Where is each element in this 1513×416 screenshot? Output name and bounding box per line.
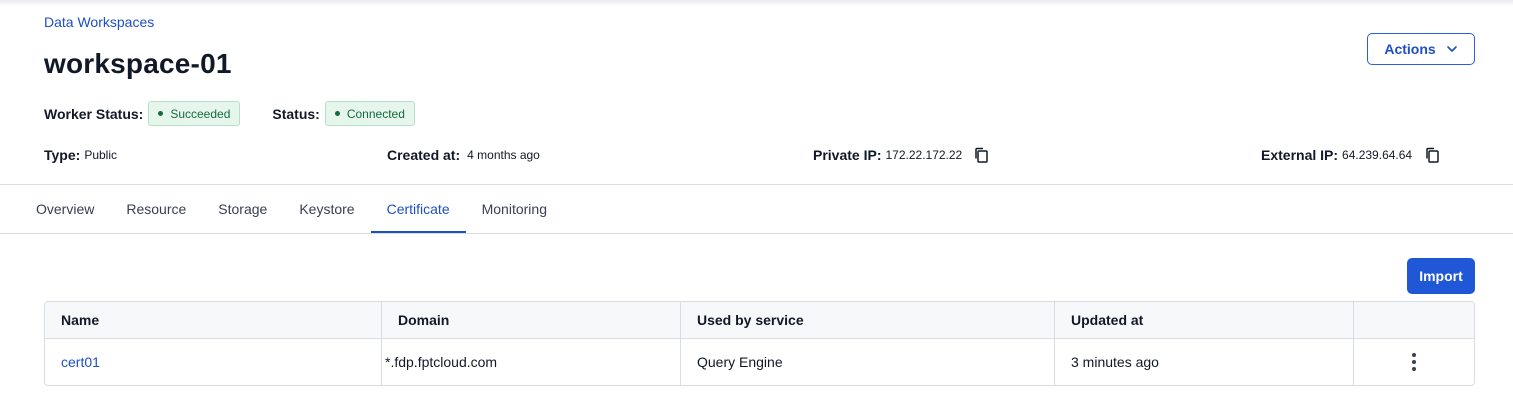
actions-button[interactable]: Actions: [1367, 33, 1475, 65]
external-ip-label: External IP:: [1261, 147, 1339, 163]
status-dot-icon: [158, 111, 164, 116]
tab-resource[interactable]: Resource: [110, 185, 202, 233]
tab-keystore[interactable]: Keystore: [283, 185, 370, 233]
column-header-used-by-service: Used by service: [681, 302, 1055, 338]
info-type: Type: Public: [44, 146, 117, 164]
certificate-name-link[interactable]: cert01: [61, 354, 100, 370]
page-title: workspace-01: [44, 48, 232, 79]
private-ip-label: Private IP:: [813, 147, 882, 163]
private-ip-value: 172.22.172.22: [885, 148, 963, 162]
actions-button-label: Actions: [1384, 41, 1436, 57]
cell-updated: 3 minutes ago: [1055, 339, 1354, 385]
cell-domain: *.fdp.fptcloud.com: [382, 339, 681, 385]
copy-icon[interactable]: [972, 146, 990, 164]
external-ip-value: 64.239.64.64: [1342, 148, 1413, 162]
tab-monitoring[interactable]: Monitoring: [466, 185, 563, 233]
copy-icon[interactable]: [1423, 146, 1441, 164]
status-row: Worker Status: Succeeded Status: Connect…: [44, 101, 415, 126]
connection-status-value: Connected: [346, 106, 405, 121]
created-label: Created at:: [387, 147, 461, 163]
column-header-name: Name: [45, 302, 382, 338]
worker-status-label: Worker Status:: [44, 105, 144, 122]
top-shadow: [0, 0, 1513, 6]
tab-storage[interactable]: Storage: [202, 185, 283, 233]
status-label: Status:: [272, 105, 320, 122]
connection-status-badge: Connected: [324, 101, 415, 126]
worker-status-badge: Succeeded: [148, 101, 241, 126]
import-button[interactable]: Import: [1407, 258, 1475, 294]
tab-certificate[interactable]: Certificate: [370, 185, 466, 234]
info-external-ip: External IP: 64.239.64.64: [1261, 146, 1441, 164]
info-private-ip: Private IP: 172.22.172.22: [813, 146, 990, 164]
table-row: cert01 *.fdp.fptcloud.com Query Engine 3…: [45, 339, 1474, 385]
chevron-down-icon: [1446, 46, 1457, 52]
type-value: Public: [84, 148, 117, 162]
worker-status-value: Succeeded: [170, 106, 231, 121]
tab-bar: Overview Resource Storage Keystore Certi…: [20, 185, 563, 234]
certificate-table: Name Domain Used by service Updated at c…: [44, 301, 1475, 386]
type-label: Type:: [44, 147, 81, 163]
column-header-actions: [1354, 302, 1474, 338]
column-header-domain: Domain: [382, 302, 681, 338]
tab-overview[interactable]: Overview: [20, 185, 110, 233]
cell-name: cert01: [45, 339, 382, 385]
cell-row-actions: [1354, 339, 1474, 385]
cell-service: Query Engine: [681, 339, 1055, 385]
breadcrumb-data-workspaces[interactable]: Data Workspaces: [44, 14, 154, 30]
info-created: Created at: 4 months ago: [387, 146, 540, 164]
table-header-row: Name Domain Used by service Updated at: [45, 302, 1474, 339]
more-vertical-icon[interactable]: [1411, 352, 1417, 372]
created-value: 4 months ago: [467, 148, 540, 162]
status-dot-icon: [334, 111, 340, 116]
column-header-updated-at: Updated at: [1055, 302, 1354, 338]
divider: [0, 233, 1513, 234]
